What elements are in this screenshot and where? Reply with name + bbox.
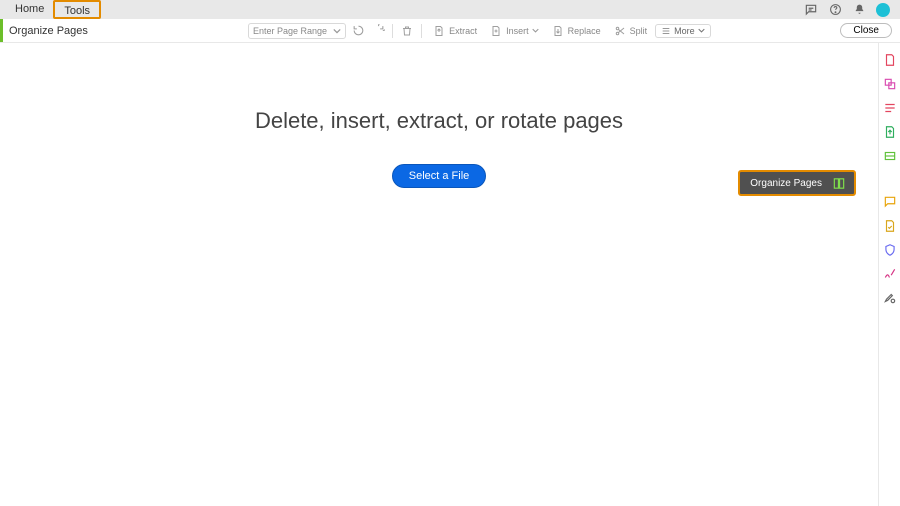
extract-label: Extract xyxy=(449,26,477,36)
rotate-right-button[interactable] xyxy=(370,23,386,39)
chevron-down-icon xyxy=(333,27,341,35)
extract-button[interactable]: Extract xyxy=(428,22,481,40)
user-avatar[interactable] xyxy=(876,3,890,17)
rail-scan-icon[interactable] xyxy=(883,149,897,163)
rail-edit-pdf-icon[interactable] xyxy=(883,101,897,115)
rail-protect-icon[interactable] xyxy=(883,243,897,257)
tool-title: Organize Pages xyxy=(9,25,88,37)
tool-header-row: Organize Pages Enter Page Range Extract xyxy=(0,19,900,43)
rail-sign-icon[interactable] xyxy=(883,267,897,281)
insert-button[interactable]: Insert xyxy=(485,22,543,40)
scissors-icon xyxy=(613,24,627,38)
more-label: More xyxy=(674,26,695,36)
chat-icon[interactable] xyxy=(804,3,818,17)
menu-icon xyxy=(661,26,671,36)
rail-export-pdf-icon[interactable] xyxy=(883,125,897,139)
tools-tab[interactable]: Tools xyxy=(53,0,101,19)
home-tab[interactable]: Home xyxy=(6,0,53,19)
rail-create-pdf-icon[interactable] xyxy=(883,53,897,67)
main-wrapper: Delete, insert, extract, or rotate pages… xyxy=(0,43,900,506)
topbar-tabs: Home Tools xyxy=(6,0,101,19)
help-icon[interactable] xyxy=(828,3,842,17)
more-button[interactable]: More xyxy=(655,24,711,38)
page-headline: Delete, insert, extract, or rotate pages xyxy=(0,108,878,134)
extract-icon xyxy=(432,24,446,38)
right-tool-rail xyxy=(878,43,900,506)
separator xyxy=(392,24,393,38)
topbar-right-controls xyxy=(804,3,894,17)
page-range-input[interactable]: Enter Page Range xyxy=(248,23,346,39)
organize-pages-tooltip-label: Organize Pages xyxy=(750,178,822,189)
chevron-down-icon xyxy=(532,27,539,34)
main-content: Delete, insert, extract, or rotate pages… xyxy=(0,43,878,506)
tool-center-actions: Enter Page Range Extract Insert xyxy=(248,22,840,40)
insert-label: Insert xyxy=(506,26,529,36)
tool-title-area: Organize Pages xyxy=(0,19,248,42)
close-button[interactable]: Close xyxy=(840,23,892,38)
select-file-button[interactable]: Select a File xyxy=(392,164,487,188)
rail-combine-icon[interactable] xyxy=(883,77,897,91)
insert-icon xyxy=(489,24,503,38)
organize-pages-icon xyxy=(832,176,846,190)
rail-more-tools-icon[interactable] xyxy=(883,291,897,305)
split-button[interactable]: Split xyxy=(609,22,652,40)
separator xyxy=(421,24,422,38)
split-label: Split xyxy=(630,26,648,36)
organize-pages-tooltip[interactable]: Organize Pages xyxy=(738,170,856,196)
bell-icon[interactable] xyxy=(852,3,866,17)
delete-button[interactable] xyxy=(399,23,415,39)
chevron-down-icon xyxy=(698,27,705,34)
rotate-left-button[interactable] xyxy=(350,23,366,39)
rail-comment-icon[interactable] xyxy=(883,195,897,209)
replace-label: Replace xyxy=(568,26,601,36)
rail-fill-sign-icon[interactable] xyxy=(883,219,897,233)
replace-button[interactable]: Replace xyxy=(547,22,605,40)
page-range-placeholder: Enter Page Range xyxy=(253,26,327,36)
app-topbar: Home Tools xyxy=(0,0,900,19)
replace-icon xyxy=(551,24,565,38)
